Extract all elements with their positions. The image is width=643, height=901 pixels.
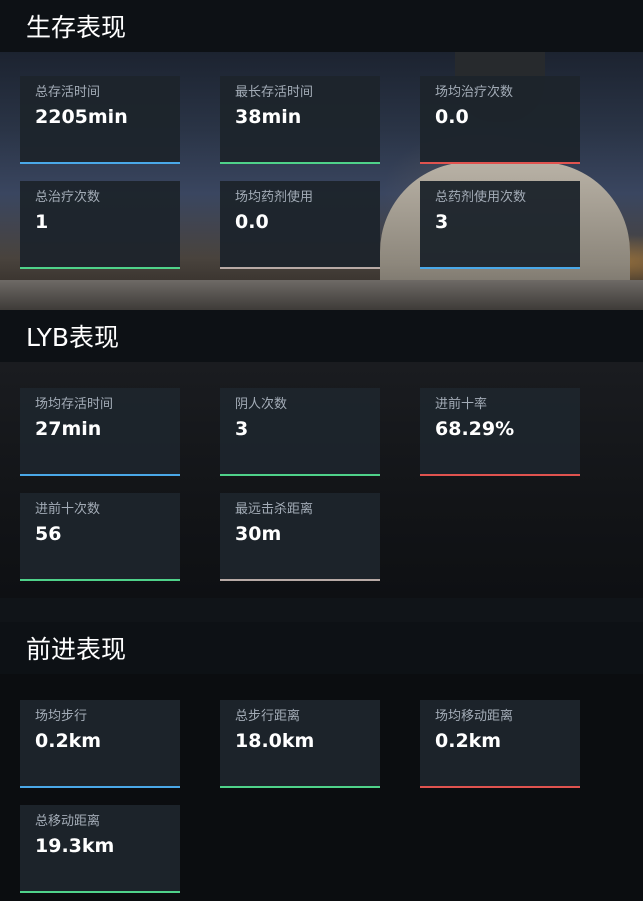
stat-accent-bar	[420, 786, 580, 788]
stat-label: 进前十率	[435, 397, 488, 412]
stat-label: 场均移动距离	[435, 709, 514, 724]
stat-accent-bar	[220, 786, 380, 788]
stat-value: 38min	[235, 106, 302, 128]
stat-card-top10-count: 进前十次数 56	[20, 493, 180, 581]
stat-value: 30m	[235, 523, 282, 545]
stat-accent-bar	[420, 267, 580, 269]
stat-value: 19.3km	[35, 835, 115, 857]
stat-card-total-survival-time: 总存活时间 2205min	[20, 76, 180, 164]
stat-value: 0.2km	[35, 730, 102, 752]
stat-value: 2205min	[35, 106, 128, 128]
stat-label: 总移动距离	[35, 814, 101, 829]
stat-value: 0.0	[435, 106, 469, 128]
section-title-lyb: LYB表现	[0, 310, 643, 362]
stat-card-avg-heals: 场均治疗次数 0.0	[420, 76, 580, 164]
stat-value: 0.2km	[435, 730, 502, 752]
stat-label: 总存活时间	[35, 85, 101, 100]
stat-card-avg-walk: 场均步行 0.2km	[20, 700, 180, 788]
stat-accent-bar	[20, 891, 180, 893]
stat-card-total-heals: 总治疗次数 1	[20, 181, 180, 269]
stat-accent-bar	[220, 267, 380, 269]
stat-value: 3	[235, 418, 249, 440]
stat-card-ambush-count: 阴人次数 3	[220, 388, 380, 476]
stat-value: 0.0	[235, 211, 269, 233]
section-movement: 前进表现	[0, 622, 643, 674]
section-survival: 生存表现	[0, 0, 643, 52]
stat-accent-bar	[220, 474, 380, 476]
stat-value: 3	[435, 211, 449, 233]
stat-value: 1	[35, 211, 49, 233]
stat-label: 场均治疗次数	[435, 85, 514, 100]
stat-card-total-boosts: 总药剂使用次数 3	[420, 181, 580, 269]
stat-accent-bar	[420, 162, 580, 164]
stat-label: 最远击杀距离	[235, 502, 314, 517]
stat-label: 总步行距离	[235, 709, 301, 724]
stat-label: 场均步行	[35, 709, 88, 724]
stat-label: 阴人次数	[235, 397, 288, 412]
stat-accent-bar	[20, 786, 180, 788]
ground-art	[0, 280, 643, 310]
stat-value: 68.29%	[435, 418, 515, 440]
stat-accent-bar	[20, 474, 180, 476]
stat-accent-bar	[20, 579, 180, 581]
section-divider	[0, 598, 643, 622]
section-lyb: LYB表现	[0, 310, 643, 362]
stat-accent-bar	[20, 267, 180, 269]
stat-card-total-walk: 总步行距离 18.0km	[220, 700, 380, 788]
stat-card-avg-survival-time: 场均存活时间 27min	[20, 388, 180, 476]
stat-label: 场均存活时间	[35, 397, 114, 412]
stat-accent-bar	[220, 579, 380, 581]
stat-label: 进前十次数	[35, 502, 101, 517]
stat-card-top10-rate: 进前十率 68.29%	[420, 388, 580, 476]
stat-value: 18.0km	[235, 730, 315, 752]
section-title-survival: 生存表现	[0, 0, 643, 52]
stat-card-avg-boosts: 场均药剂使用 0.0	[220, 181, 380, 269]
stat-card-avg-move: 场均移动距离 0.2km	[420, 700, 580, 788]
stat-label: 总治疗次数	[35, 190, 101, 205]
stat-accent-bar	[20, 162, 180, 164]
stat-card-longest-kill: 最远击杀距离 30m	[220, 493, 380, 581]
stat-label: 场均药剂使用	[235, 190, 314, 205]
stat-card-total-move: 总移动距离 19.3km	[20, 805, 180, 893]
stat-accent-bar	[420, 474, 580, 476]
stat-card-longest-survival-time: 最长存活时间 38min	[220, 76, 380, 164]
stat-value: 56	[35, 523, 62, 545]
stat-label: 最长存活时间	[235, 85, 314, 100]
section-title-movement: 前进表现	[0, 622, 643, 674]
stat-value: 27min	[35, 418, 102, 440]
stat-label: 总药剂使用次数	[435, 190, 527, 205]
stat-accent-bar	[220, 162, 380, 164]
